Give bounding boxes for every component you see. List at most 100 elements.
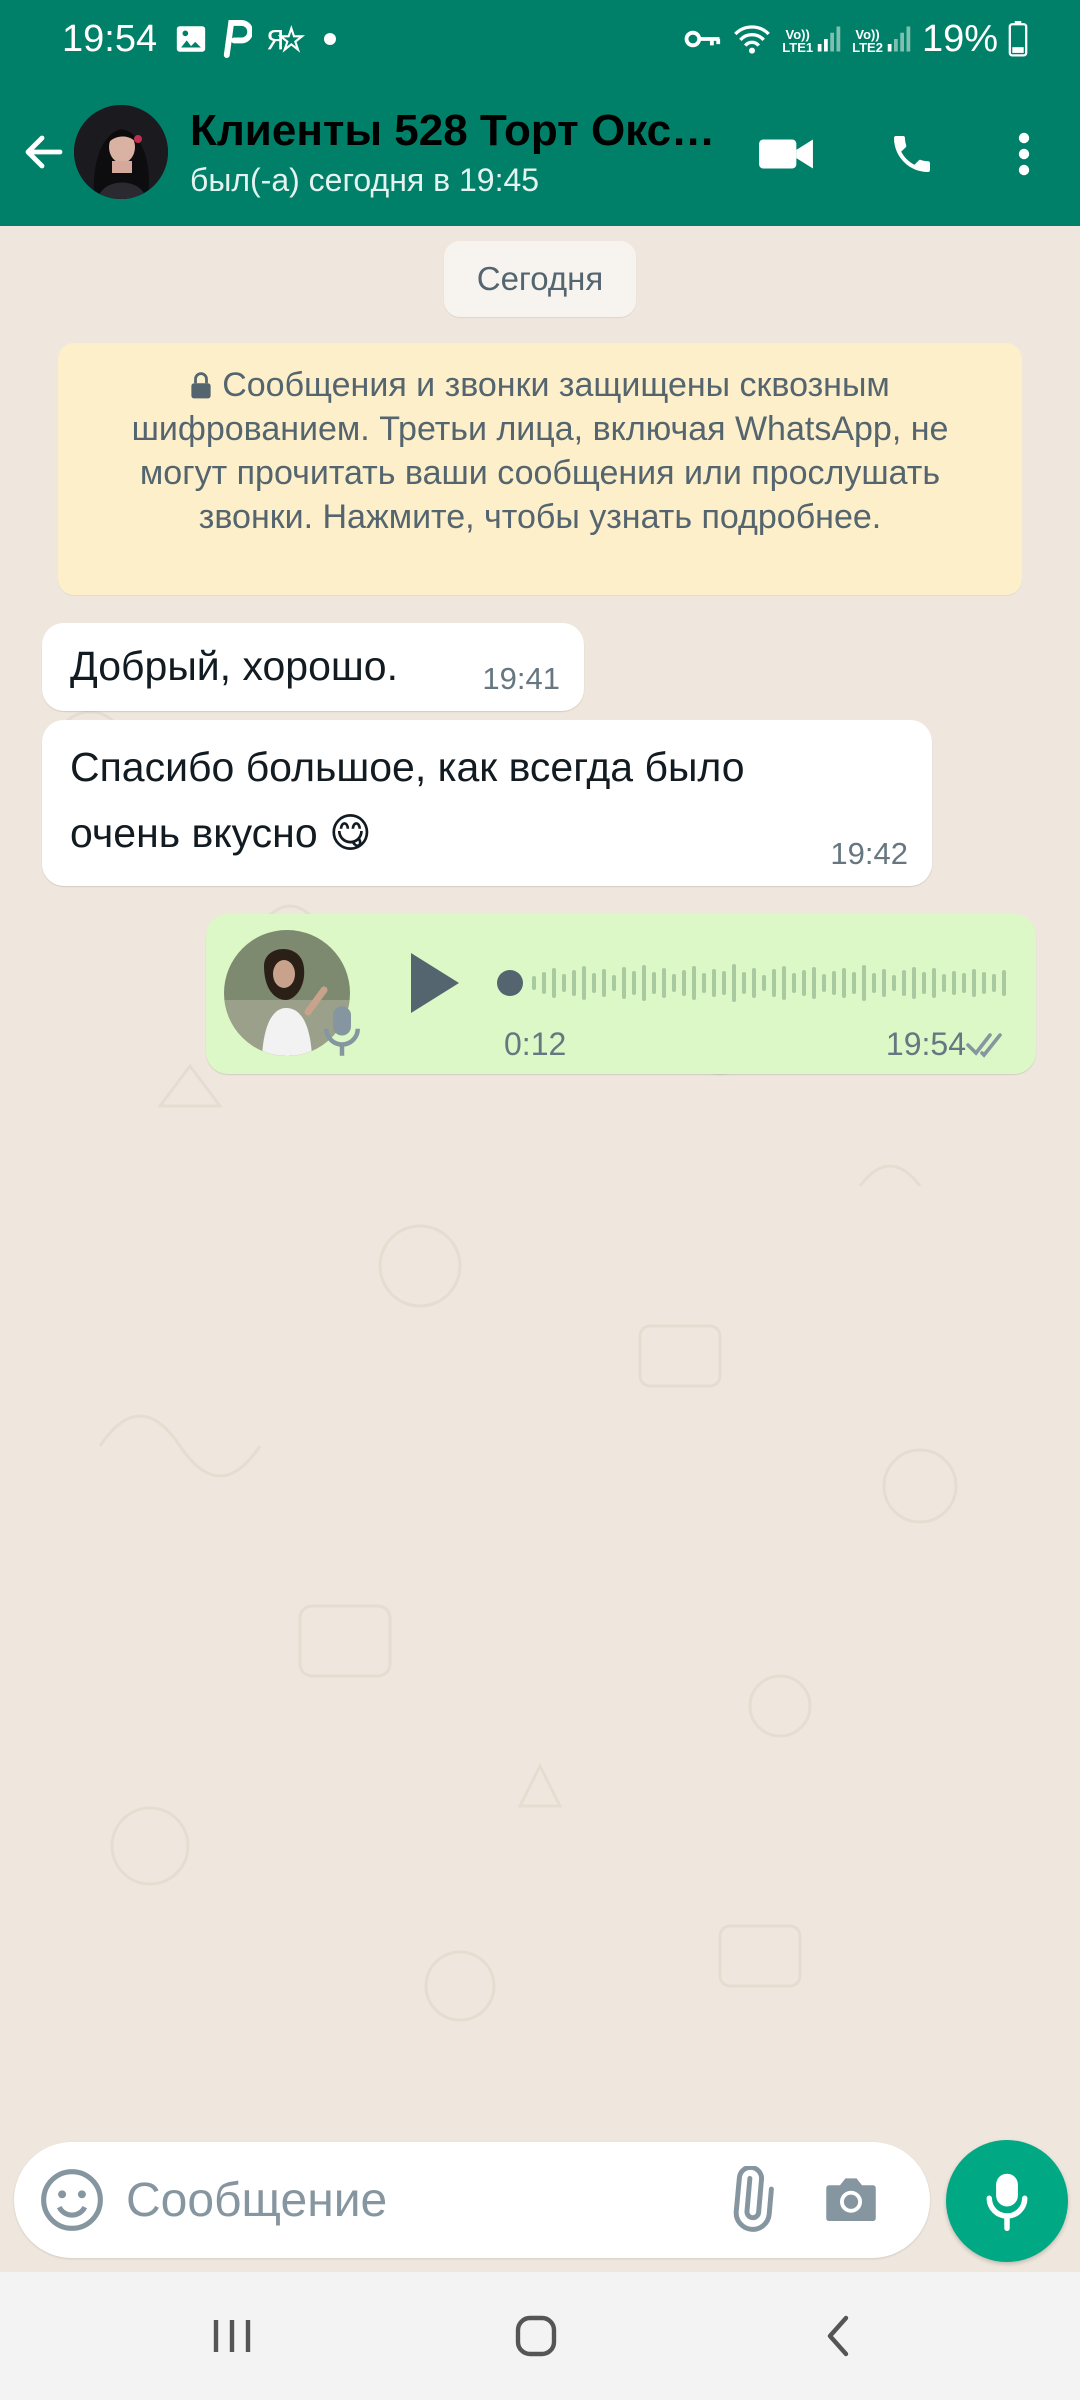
phone-icon (894, 136, 930, 172)
paperclip-icon (733, 2164, 774, 2232)
avatar-photo-icon (74, 105, 168, 199)
contact-avatar[interactable] (74, 105, 168, 199)
playhead-dot[interactable] (497, 970, 523, 996)
waveform-bar (942, 974, 946, 992)
play-button[interactable] (402, 950, 462, 1016)
svg-text:Я: Я (266, 26, 285, 56)
waveform-bar (832, 971, 836, 995)
waveform-bar (922, 972, 926, 994)
waveform-bar (972, 969, 976, 997)
message-time: 19:41 (482, 661, 560, 696)
date-separator: Сегодня (444, 241, 636, 317)
waveform-bar (802, 970, 806, 996)
waveform-bar (852, 972, 856, 994)
emoji-button[interactable] (38, 2166, 106, 2234)
chat-title[interactable]: Клиенты 528 Торт Окс… (190, 104, 730, 158)
attach-button[interactable] (718, 2164, 784, 2232)
waveform-bar (752, 968, 756, 998)
battery-percent: 19% (921, 17, 998, 60)
waveform-bar (762, 975, 766, 991)
waveform-bar (932, 968, 936, 998)
waveform-bar (652, 972, 656, 994)
status-bar: 19:54 Я Vo)) LTE1 Vo)) LTE2 19% (0, 0, 1080, 78)
message-text: Добрый, хорошо. (70, 643, 398, 689)
waveform-bar (532, 976, 536, 990)
vpn-key-icon (684, 30, 721, 48)
waveform-bar (792, 973, 796, 993)
waveform-bar (672, 974, 676, 992)
incoming-message[interactable]: Добрый, хорошо. 19:41 (42, 623, 584, 711)
camera-button[interactable] (818, 2166, 884, 2232)
lock-icon (191, 372, 211, 399)
encryption-notice[interactable]: Сообщения и звонки защищены сквозным шиф… (58, 343, 1022, 595)
yandex-icon: Я (266, 24, 306, 56)
waveform-bar (682, 970, 686, 996)
record-voice-button[interactable] (946, 2140, 1068, 2262)
waveform-bar (782, 966, 786, 1000)
chevron-left-icon (827, 2315, 849, 2357)
waveform-bar (862, 965, 866, 1001)
waveform-bar (692, 966, 696, 1000)
arrow-left-icon (25, 135, 63, 169)
waveform-bar (632, 971, 636, 995)
recent-apps-icon (213, 2320, 251, 2352)
video-camera-icon (759, 139, 813, 169)
dot-icon (324, 33, 336, 45)
waveform-bar (712, 969, 716, 997)
volte-lte1-signal-icon: Vo)) LTE1 (782, 24, 842, 54)
back-nav-button[interactable] (778, 2296, 898, 2376)
message-time: 19:54 (885, 1026, 966, 1062)
voice-duration: 0:12 (504, 1026, 567, 1062)
waveform-bar (812, 967, 816, 999)
waveform-bar (702, 973, 706, 993)
wifi-icon (734, 25, 771, 54)
waveform-bar (772, 969, 776, 997)
waveform-bar (612, 975, 616, 991)
home-button[interactable] (476, 2296, 596, 2376)
waveform-bar (722, 971, 726, 995)
more-options-button[interactable] (988, 118, 1060, 190)
waveform-bar (602, 969, 606, 997)
video-call-button[interactable] (750, 118, 822, 190)
waveform-bar (992, 974, 996, 992)
status-notification-icons: Я (174, 18, 340, 60)
waveform-bar (1002, 970, 1006, 996)
waveform-bar (552, 968, 556, 998)
waveform-bar (842, 968, 846, 998)
last-seen-status: был(-а) сегодня в 19:45 (190, 162, 540, 198)
waveform-bar (742, 972, 746, 994)
message-time: 19:42 (830, 836, 908, 871)
waveform-bar (572, 970, 576, 996)
waveform-bar (542, 972, 546, 994)
camera-icon (826, 2178, 876, 2221)
parking-app-icon (223, 20, 252, 58)
recent-apps-button[interactable] (172, 2296, 292, 2376)
waveform-bar (582, 966, 586, 1000)
home-icon (515, 2315, 557, 2357)
waveform-bar (642, 965, 646, 1001)
waveform-bar (882, 969, 886, 997)
battery-icon (1008, 21, 1028, 57)
waveform-icon (497, 964, 1006, 1002)
smiley-icon (41, 2169, 103, 2231)
waveform-bar (622, 967, 626, 999)
system-navigation-bar (0, 2272, 1080, 2400)
waveform-bar (902, 970, 906, 996)
status-time: 19:54 (62, 18, 158, 60)
play-icon (411, 953, 459, 1013)
outgoing-voice-message[interactable]: 0:12 19:54 (206, 914, 1036, 1074)
waveform-bar (982, 972, 986, 994)
microphone-icon (986, 2173, 1028, 2231)
waveform-bar (562, 974, 566, 992)
waveform-bar (592, 973, 596, 993)
status-system-icons: Vo)) LTE1 Vo)) LTE2 19% (684, 16, 1028, 62)
waveform-bar (732, 964, 736, 1002)
back-button[interactable] (14, 120, 74, 184)
incoming-message[interactable]: Спасибо большое, как всегда было очень в… (42, 720, 932, 886)
message-input[interactable] (126, 2170, 686, 2230)
waveform-bar (662, 968, 666, 998)
voice-call-button[interactable] (876, 118, 948, 190)
image-icon (176, 26, 206, 52)
voice-waveform-slider[interactable] (488, 950, 1018, 1016)
kebab-menu-icon (1018, 132, 1030, 176)
